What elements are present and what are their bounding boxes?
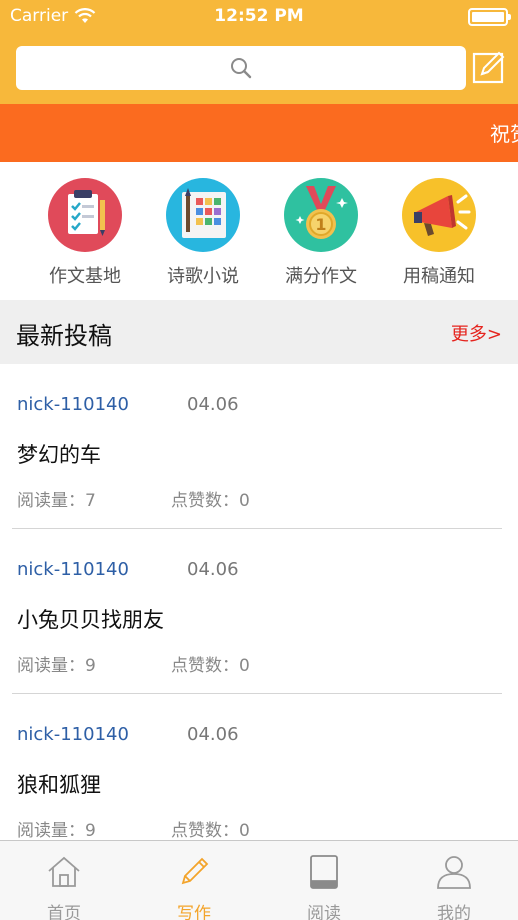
post-read-count: 阅读量：7 [17, 491, 96, 511]
tab-label: 我的 [437, 904, 471, 920]
announcement-banner[interactable]: 祝贺 [0, 104, 518, 162]
latest-submissions-header: 最新投稿 更多> [0, 300, 518, 364]
post-date: 04.06 [187, 559, 239, 580]
person-icon [437, 856, 471, 889]
post-author[interactable]: nick-110140 [17, 724, 129, 745]
medal-icon: 1 [284, 178, 358, 252]
list-item[interactable]: nick-110140 04.06 小兔贝贝找朋友 阅读量：9 点赞数：0 [0, 529, 518, 694]
compose-icon[interactable] [472, 50, 506, 84]
list-item[interactable]: nick-110140 04.06 梦幻的车 阅读量：7 点赞数：0 [0, 364, 518, 529]
category-notices[interactable]: 用稿通知 [380, 178, 498, 288]
post-title[interactable]: 狼和狐狸 [17, 769, 101, 799]
books-palette-icon [166, 178, 240, 252]
category-label: 用稿通知 [403, 266, 475, 287]
tab-reading[interactable]: 阅读 [274, 853, 374, 920]
search-icon [231, 58, 252, 79]
home-icon [48, 856, 80, 887]
category-grid: 作文基地 诗歌小说 1 满分作文 用稿通知 [0, 162, 518, 300]
svg-text:1: 1 [315, 215, 326, 234]
tab-bar: 首页 写作 阅读 我的 [0, 840, 518, 920]
status-time: 12:52 PM [214, 6, 304, 26]
category-essay-base[interactable]: 作文基地 [26, 178, 144, 288]
post-like-count: 点赞数：0 [171, 821, 250, 841]
post-author[interactable]: nick-110140 [17, 394, 129, 415]
tab-home[interactable]: 首页 [14, 853, 114, 920]
category-label: 满分作文 [285, 266, 357, 287]
megaphone-icon [402, 178, 476, 252]
section-title: 最新投稿 [16, 322, 112, 350]
top-header: Carrier 12:52 PM [0, 0, 518, 104]
post-title[interactable]: 梦幻的车 [17, 439, 101, 469]
tab-label: 写作 [177, 904, 211, 920]
post-read-count: 阅读量：9 [17, 821, 96, 841]
tab-writing[interactable]: 写作 [144, 853, 244, 920]
category-label: 诗歌小说 [167, 266, 239, 287]
search-bar[interactable] [16, 46, 466, 90]
status-bar: Carrier 12:52 PM [0, 0, 518, 34]
pencil-icon [181, 857, 209, 885]
battery-icon [468, 8, 511, 26]
tab-label: 首页 [47, 904, 81, 920]
list-item[interactable]: nick-110140 04.06 狼和狐狸 阅读量：9 点赞数：0 [0, 694, 518, 859]
more-link[interactable]: 更多> [451, 320, 502, 346]
tab-profile[interactable]: 我的 [404, 853, 504, 920]
category-label: 作文基地 [49, 266, 121, 287]
post-title[interactable]: 小兔贝贝找朋友 [17, 604, 164, 634]
post-read-count: 阅读量：9 [17, 656, 96, 676]
tab-label: 阅读 [307, 904, 341, 920]
post-author[interactable]: nick-110140 [17, 559, 129, 580]
category-top-essays[interactable]: 1 满分作文 [262, 178, 380, 288]
category-poetry-fiction[interactable]: 诗歌小说 [144, 178, 262, 288]
banner-text: 祝贺 [490, 122, 518, 146]
post-like-count: 点赞数：0 [171, 656, 250, 676]
post-date: 04.06 [187, 724, 239, 745]
post-like-count: 点赞数：0 [171, 491, 250, 511]
writing-notebook-icon [48, 178, 122, 252]
book-icon [310, 855, 338, 889]
post-date: 04.06 [187, 394, 239, 415]
